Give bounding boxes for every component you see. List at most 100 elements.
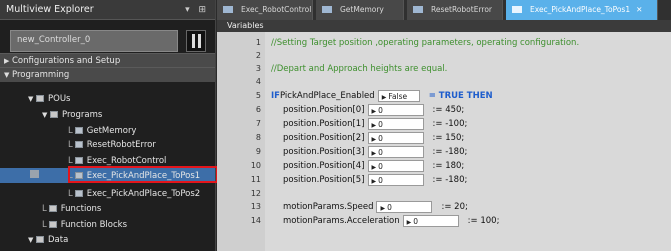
monitor-value-box[interactable]: ▶ 0 [376,200,433,213]
monitor-value-box[interactable]: ▶ 0 [367,173,424,186]
tree-item[interactable]: ▼ POUs [0,91,215,106]
code-line[interactable]: 7 position.Position[1] ▶ 0:= -100; [217,117,671,130]
code-line[interactable]: 4 [217,75,671,88]
line-number: 2 [255,51,261,60]
code-text: position.Position[3] ▶ 0:= -180; [271,145,468,158]
tree-item[interactable]: ▶ Configurations and Setup [0,53,215,68]
monitor-value-box[interactable]: ▶ 0 [402,214,459,227]
code-line[interactable]: 10 position.Position[4] ▶ 0:= 180; [217,159,671,172]
folder-icon [36,236,44,243]
program-icon [322,6,332,13]
tree-item[interactable]: L GetMemory [0,123,215,138]
code-editor[interactable]: Variables 1 //Setting Target position ,op… [217,20,671,251]
tree-item[interactable]: ▼ Programming [0,67,215,82]
code-line[interactable]: 2 [217,49,671,62]
line-number: 4 [255,77,261,86]
collapse-arrow-icon[interactable]: ▶ [4,57,12,65]
code-expression: := -180; [432,146,468,157]
controller-select[interactable]: new_Controller_0 [10,30,178,52]
tree-item[interactable]: L Exec_PickAndPlace_ToPos2 [0,186,215,201]
code-line[interactable]: 13 motionParams.Speed ▶ 0:= 20; [217,200,671,213]
program-icon [74,157,83,164]
expand-value-icon[interactable]: ▶ [372,164,377,171]
code-line[interactable]: 12 [217,187,671,200]
code-line[interactable]: 5 IF PickAndPlace_Enabled ▶ False = TRUE THE… [217,89,671,102]
variable-name: position.Position[0] [283,104,365,115]
code-expression: = TRUE THEN [428,90,493,101]
tree-item-label: Function Blocks [60,219,128,230]
keyword-if: IF [271,90,280,101]
controller-row: new_Controller_0 [10,30,206,52]
monitor-value: 0 [413,216,419,226]
panel-menu-pin-icon[interactable]: ▾ ⊞ [185,5,209,15]
monitor-value: 0 [387,202,392,212]
expand-value-icon[interactable]: ▶ [372,136,377,143]
multiview-explorer-panel: Multiview Explorer ▾ ⊞ new_Controller_0 … [0,0,218,251]
tree-item[interactable]: L Function Blocks [0,217,215,232]
code-line[interactable]: 1 //Setting Target position ,operating pa… [217,36,671,49]
code-comment: //Setting Target position ,operating par… [271,37,580,48]
tree-item-label: POUs [48,93,71,104]
code-text: position.Position[5] ▶ 0:= -180; [271,173,467,186]
monitor-value-box[interactable]: ▶ 0 [367,103,424,116]
monitor-value-box[interactable]: ▶ False [377,89,420,102]
code-text: motionParams.Acceleration ▶ 0:= 100; [271,214,499,227]
tab-exec-pickandplace-topos1[interactable]: Exec_PickAndPlace_ToPos1 ✕ [506,0,658,20]
monitor-value-box[interactable]: ▶ 0 [367,131,424,144]
variable-name: position.Position[5] [283,174,365,185]
variable-name: motionParams.Speed [283,201,374,212]
program-icon [413,6,423,13]
expand-value-icon[interactable]: ▶ [382,94,387,101]
code-line[interactable]: 8 position.Position[2] ▶ 0:= 150; [217,131,671,144]
monitor-value-box[interactable]: ▶ 0 [367,117,424,130]
code-expression: := 450; [432,104,465,115]
tree-item[interactable]: ▼ Data [0,232,215,247]
close-tab-icon[interactable]: ✕ [636,5,642,14]
tree-item-label: Exec_PickAndPlace_ToPos2 [86,188,201,199]
tree-item-label: Functions [60,203,102,214]
code-text: position.Position[1] ▶ 0:= -100; [271,117,467,130]
expand-value-icon[interactable]: ▶ [372,178,377,185]
monitor-value: 0 [378,119,383,129]
monitor-value: 0 [378,105,383,115]
code-line[interactable]: 9 position.Position[3] ▶ 0:= -180; [217,145,671,158]
code-line[interactable]: 11 position.Position[5] ▶ 0:= -180; [217,173,671,186]
tree-line-icon: L [42,203,47,214]
monitor-value: 0 [378,147,383,157]
tab-getmemory[interactable]: GetMemory [316,0,404,20]
expand-arrow-icon[interactable]: ▼ [42,111,50,119]
tree-line-icon: L [68,155,73,166]
code-expression: := 180; [432,160,465,171]
expand-value-icon[interactable]: ▶ [372,108,377,115]
code-line[interactable]: 14 motionParams.Acceleration ▶ 0:= 100; [217,214,671,227]
program-icon [74,141,83,148]
tree-item-label: Data [48,234,69,245]
tab-resetroboterror[interactable]: ResetRobotError [407,0,503,20]
tab-exec-robotcontrol[interactable]: Exec_RobotControl [217,0,313,20]
tree-line-icon: L [68,188,73,199]
variable-name: motionParams.Acceleration [283,215,400,226]
program-icon [74,190,83,197]
monitor-value-box[interactable]: ▶ 0 [367,159,424,172]
code-area[interactable]: 1 //Setting Target position ,operating pa… [217,32,671,251]
expand-arrow-icon[interactable]: ▼ [4,71,12,79]
selected-item-highlight [68,166,218,183]
expand-arrow-icon[interactable]: ▼ [28,236,36,244]
controller-status-icon[interactable] [186,30,206,52]
code-line[interactable]: 6 position.Position[0] ▶ 0:= 450; [217,103,671,116]
expand-value-icon[interactable]: ▶ [380,205,385,212]
tree-item[interactable]: L Functions [0,201,215,216]
expand-value-icon[interactable]: ▶ [372,122,377,129]
tree-item-label: ResetRobotError [86,139,156,150]
tree-item-label: GetMemory [86,125,137,136]
tree-item[interactable]: L ResetRobotError [0,137,215,152]
tree-item[interactable]: ▼ Programs [0,107,215,122]
variables-bar[interactable]: Variables [217,20,671,32]
expand-arrow-icon[interactable]: ▼ [28,95,36,103]
tab-label: Exec_PickAndPlace_ToPos1 [530,5,631,14]
expand-value-icon[interactable]: ▶ [372,150,377,157]
expand-value-icon[interactable]: ▶ [407,219,412,226]
monitor-value-box[interactable]: ▶ 0 [367,145,424,158]
line-number: 6 [255,105,261,114]
code-line[interactable]: 3 //Depart and Approach heights are equal… [217,62,671,75]
